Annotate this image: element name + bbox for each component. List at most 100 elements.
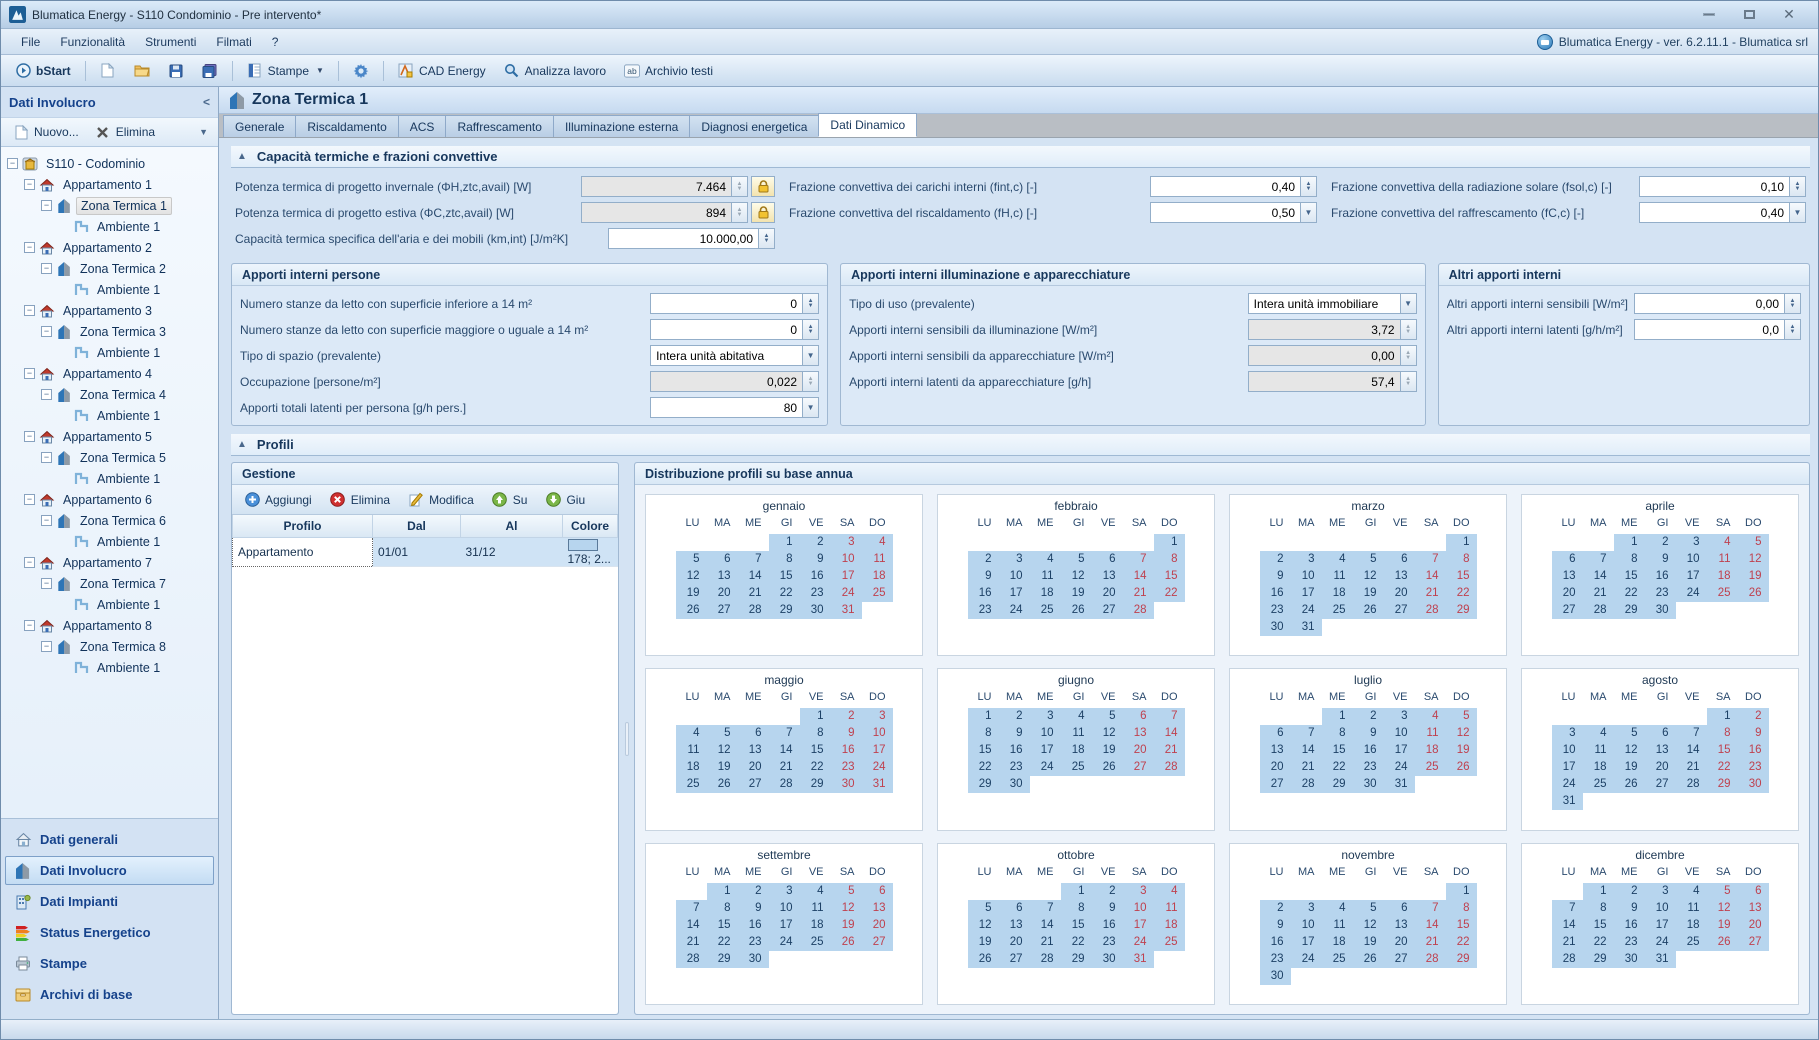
tree-expand-icon[interactable]: −: [24, 179, 35, 190]
day-cell[interactable]: 11: [800, 900, 831, 917]
day-cell[interactable]: 14: [1154, 725, 1185, 742]
day-cell[interactable]: 6: [1645, 725, 1676, 742]
tree-item-appartamento-3[interactable]: −Appartamento 3: [3, 300, 216, 321]
day-cell[interactable]: 30: [1260, 968, 1291, 985]
day-cell[interactable]: 3: [1030, 708, 1061, 725]
day-cell[interactable]: 30: [831, 776, 862, 793]
day-cell[interactable]: 2: [738, 883, 769, 900]
day-cell[interactable]: 25: [1707, 585, 1738, 602]
day-cell[interactable]: 5: [1738, 534, 1769, 551]
day-cell[interactable]: 5: [1614, 725, 1645, 742]
spinner-buttons[interactable]: ▲▼: [758, 228, 775, 249]
day-cell[interactable]: 14: [1552, 917, 1583, 934]
day-cell[interactable]: 24: [1030, 759, 1061, 776]
day-cell[interactable]: 11: [862, 551, 893, 568]
day-cell[interactable]: 2: [831, 708, 862, 725]
day-cell[interactable]: 1: [1446, 534, 1477, 551]
day-cell[interactable]: 12: [1353, 917, 1384, 934]
settings-button[interactable]: [345, 58, 377, 84]
day-cell[interactable]: 28: [676, 951, 707, 968]
day-cell[interactable]: 7: [1583, 551, 1614, 568]
day-cell[interactable]: 25: [862, 585, 893, 602]
day-cell[interactable]: 15: [1446, 568, 1477, 585]
day-cell[interactable]: 25: [1322, 951, 1353, 968]
tree-item-root[interactable]: −S110 - Codominio: [3, 153, 216, 174]
day-cell[interactable]: 21: [1415, 585, 1446, 602]
day-cell[interactable]: 17: [1123, 917, 1154, 934]
day-cell[interactable]: 7: [1552, 900, 1583, 917]
day-cell[interactable]: 27: [862, 934, 893, 951]
day-cell[interactable]: 6: [999, 900, 1030, 917]
day-cell[interactable]: 26: [968, 951, 999, 968]
day-cell[interactable]: 14: [1583, 568, 1614, 585]
day-cell[interactable]: 30: [1092, 951, 1123, 968]
tree-expand-icon[interactable]: −: [24, 557, 35, 568]
spinner-buttons[interactable]: ▲▼: [802, 319, 819, 340]
sidebar-item-dati-impianti[interactable]: Dati Impianti: [5, 887, 214, 916]
day-cell[interactable]: 29: [707, 951, 738, 968]
day-cell[interactable]: 4: [1676, 883, 1707, 900]
day-cell[interactable]: 18: [1676, 917, 1707, 934]
combo-dropdown-button[interactable]: ▼: [802, 345, 819, 366]
day-cell[interactable]: 16: [999, 742, 1030, 759]
sidebar-item-archivi-di-base[interactable]: Archivi di base: [5, 980, 214, 1009]
day-cell[interactable]: 21: [1291, 759, 1322, 776]
day-cell[interactable]: 20: [1738, 917, 1769, 934]
day-cell[interactable]: 24: [831, 585, 862, 602]
day-cell[interactable]: 19: [707, 759, 738, 776]
day-cell[interactable]: 31: [831, 602, 862, 619]
day-cell[interactable]: 31: [1645, 951, 1676, 968]
day-cell[interactable]: 23: [831, 759, 862, 776]
day-cell[interactable]: 16: [1260, 934, 1291, 951]
day-cell[interactable]: 7: [1415, 551, 1446, 568]
day-cell[interactable]: 27: [1384, 951, 1415, 968]
tree-item-ambiente-4[interactable]: Ambiente 1: [3, 405, 216, 426]
field-input[interactable]: [650, 319, 802, 340]
day-cell[interactable]: 2: [1738, 708, 1769, 725]
day-cell[interactable]: 14: [1415, 917, 1446, 934]
day-cell[interactable]: 27: [1260, 776, 1291, 793]
column-header-al[interactable]: Al: [461, 515, 563, 537]
day-cell[interactable]: 24: [1645, 934, 1676, 951]
day-cell[interactable]: 14: [1030, 917, 1061, 934]
day-cell[interactable]: 22: [707, 934, 738, 951]
day-cell[interactable]: 3: [1291, 551, 1322, 568]
day-cell[interactable]: 17: [1030, 742, 1061, 759]
day-cell[interactable]: 28: [1415, 951, 1446, 968]
day-cell[interactable]: 18: [1322, 585, 1353, 602]
day-cell[interactable]: 13: [1384, 568, 1415, 585]
day-cell[interactable]: 4: [862, 534, 893, 551]
day-cell[interactable]: 18: [676, 759, 707, 776]
day-cell[interactable]: 12: [1061, 568, 1092, 585]
day-cell[interactable]: 1: [1061, 883, 1092, 900]
day-cell[interactable]: 13: [999, 917, 1030, 934]
tree-item-zona-termica-3[interactable]: −Zona Termica 3: [3, 321, 216, 342]
day-cell[interactable]: 23: [1738, 759, 1769, 776]
day-cell[interactable]: 1: [707, 883, 738, 900]
field-input[interactable]: [1150, 202, 1300, 223]
day-cell[interactable]: 21: [1552, 934, 1583, 951]
tree-item-zona-termica-2[interactable]: −Zona Termica 2: [3, 258, 216, 279]
day-cell[interactable]: 19: [831, 917, 862, 934]
day-cell[interactable]: 19: [1061, 585, 1092, 602]
day-cell[interactable]: 25: [800, 934, 831, 951]
field-input[interactable]: [1150, 176, 1300, 197]
day-cell[interactable]: 20: [1384, 585, 1415, 602]
day-cell[interactable]: 17: [1291, 934, 1322, 951]
day-cell[interactable]: 17: [1384, 742, 1415, 759]
sidebar-item-status-energetico[interactable]: Status Energetico: [5, 918, 214, 947]
menu-item-file[interactable]: File: [11, 31, 50, 53]
tab-acs[interactable]: ACS: [398, 115, 447, 137]
day-cell[interactable]: 29: [1061, 951, 1092, 968]
day-cell[interactable]: 1: [1614, 534, 1645, 551]
day-cell[interactable]: 4: [1322, 551, 1353, 568]
tree-expand-icon[interactable]: −: [24, 620, 35, 631]
day-cell[interactable]: 27: [999, 951, 1030, 968]
day-cell[interactable]: 18: [1322, 934, 1353, 951]
day-cell[interactable]: 13: [1384, 917, 1415, 934]
tree-expand-icon[interactable]: −: [41, 641, 52, 652]
day-cell[interactable]: 13: [1260, 742, 1291, 759]
spinner-buttons[interactable]: ▲▼: [1789, 176, 1806, 197]
day-cell[interactable]: 31: [1384, 776, 1415, 793]
day-cell[interactable]: 21: [769, 759, 800, 776]
